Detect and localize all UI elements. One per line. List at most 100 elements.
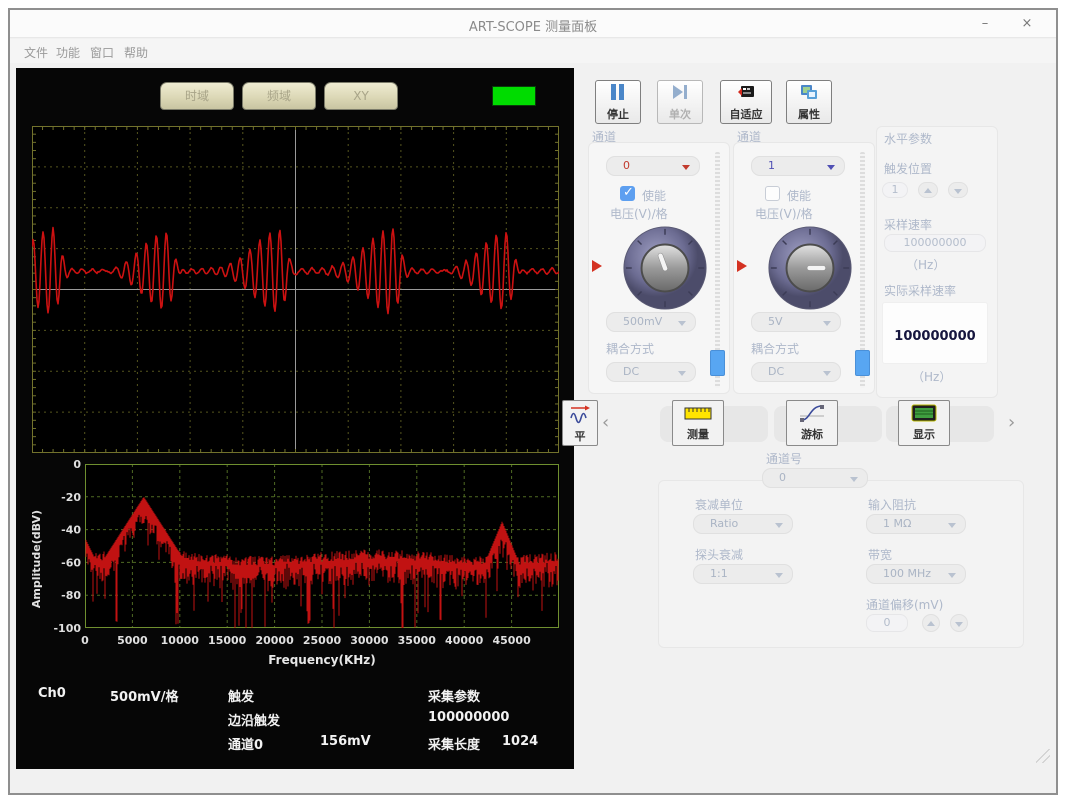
view-freq-domain-button[interactable]: 频域 <box>242 82 316 110</box>
tab-horizontal-partial[interactable]: 平 <box>562 400 598 446</box>
impedance-select[interactable]: 1 MΩ <box>866 514 966 534</box>
impedance-value: 1 MΩ <box>883 517 911 530</box>
channel0-slider-handle[interactable] <box>710 350 725 376</box>
sample-rate-input[interactable]: 100000000 <box>884 234 986 252</box>
window-title: ART-SCOPE 测量面板 <box>10 16 1056 35</box>
step-play-icon <box>670 83 690 101</box>
view-xy-button[interactable]: XY <box>324 82 398 110</box>
svg-text:-20: -20 <box>61 491 81 504</box>
horizontal-title: 水平参数 <box>884 130 932 147</box>
channel0-select[interactable]: 0 <box>606 156 700 176</box>
menu-function[interactable]: 功能 <box>52 44 84 61</box>
channel1-enable-checkbox[interactable] <box>765 186 780 201</box>
actual-rate-value: 100000000 <box>894 329 975 344</box>
status-trigger-title: 触发 <box>228 686 254 705</box>
channel0-vdiv-label: 电压(V)/格 <box>610 205 668 222</box>
stop-button-label: 停止 <box>596 106 640 122</box>
knob-icon <box>621 224 709 312</box>
tab-cursor-label: 游标 <box>787 426 837 442</box>
channel-no-select[interactable]: 0 <box>762 468 868 488</box>
atten-unit-select[interactable]: Ratio <box>693 514 793 534</box>
svg-text:Frequency(KHz): Frequency(KHz) <box>268 653 376 667</box>
minimize-button[interactable]: – <box>970 13 1000 34</box>
knob-icon <box>766 224 854 312</box>
auto-adapt-button-label: 自适应 <box>721 106 771 122</box>
channel0-range-select[interactable]: 500mV <box>606 312 696 332</box>
app-window: ART-SCOPE 测量面板 – × 文件 功能 窗口 帮助 时域 频域 XY … <box>8 8 1058 795</box>
channel1-coupling-select[interactable]: DC <box>751 362 841 382</box>
sample-rate-label: 采样速率 <box>884 216 932 233</box>
channel1-coupling-label: 耦合方式 <box>751 340 799 357</box>
properties-button[interactable]: 属性 <box>786 80 832 124</box>
trigger-position-up-button[interactable] <box>918 182 938 198</box>
resize-grip[interactable] <box>1036 749 1050 763</box>
svg-text:40000: 40000 <box>445 634 484 647</box>
single-button-label: 单次 <box>658 106 702 122</box>
channel0-enable-label: 使能 <box>642 187 666 204</box>
svg-text:35000: 35000 <box>398 634 437 647</box>
chevron-down-icon <box>948 573 956 578</box>
channel1-coupling-value: DC <box>768 365 784 378</box>
ruler-icon <box>683 404 713 422</box>
bandwidth-value: 100 MHz <box>883 567 931 580</box>
trigger-position-value[interactable]: 1 <box>882 182 908 198</box>
auto-adapt-icon <box>736 83 756 101</box>
single-button[interactable]: 单次 <box>657 80 703 124</box>
channel-no-value: 0 <box>779 471 786 484</box>
fft-display: Amplitude(dBV) 0-20-40-60-80-10005000100… <box>16 456 574 676</box>
channel1-select[interactable]: 1 <box>751 156 845 176</box>
channel0-select-value: 0 <box>623 159 630 172</box>
properties-icon <box>799 83 819 101</box>
svg-text:20000: 20000 <box>255 634 294 647</box>
probe-atten-select[interactable]: 1:1 <box>693 564 793 584</box>
channel0-vdiv-knob[interactable] <box>621 224 709 312</box>
menu-help[interactable]: 帮助 <box>120 44 152 61</box>
svg-text:-100: -100 <box>54 622 81 635</box>
tab-display-label: 显示 <box>899 426 949 442</box>
channel1-vdiv-knob[interactable] <box>766 224 854 312</box>
status-acq-len: 1024 <box>502 734 538 749</box>
close-button[interactable]: × <box>1012 13 1042 34</box>
tab-cursor[interactable]: 游标 <box>786 400 838 446</box>
tab-display[interactable]: 显示 <box>898 400 950 446</box>
status-acq-len-label: 采集长度 <box>428 734 480 753</box>
channel-offset-down-button[interactable] <box>950 614 968 632</box>
bandwidth-select[interactable]: 100 MHz <box>866 564 966 584</box>
channel1-slider-handle[interactable] <box>855 350 870 376</box>
status-acq-rate: 100000000 <box>428 710 509 725</box>
menu-bar: 文件 功能 窗口 帮助 <box>10 39 1056 63</box>
svg-text:-80: -80 <box>61 589 81 602</box>
fft-plot: 0-20-40-60-80-10005000100001500020000250… <box>54 456 574 668</box>
svg-text:10000: 10000 <box>161 634 200 647</box>
channel1-range-select[interactable]: 5V <box>751 312 841 332</box>
channel0-range-value: 500mV <box>623 315 662 328</box>
chevron-down-icon <box>850 477 858 482</box>
status-channel: Ch0 <box>38 686 66 701</box>
channel0-coupling-select[interactable]: DC <box>606 362 696 382</box>
trigger-position-down-button[interactable] <box>948 182 968 198</box>
status-trigger-level: 156mV <box>320 734 371 749</box>
stop-button[interactable]: 停止 <box>595 80 641 124</box>
menu-window[interactable]: 窗口 <box>86 44 118 61</box>
tab-strip: 平 ‹ 测量 <box>576 400 1056 450</box>
menu-file[interactable]: 文件 <box>20 44 52 61</box>
chevron-down-icon <box>775 523 783 528</box>
channel-no-label: 通道号 <box>766 450 802 467</box>
channel-offset-up-button[interactable] <box>922 614 940 632</box>
channel-offset-input[interactable]: 0 <box>866 614 908 632</box>
tab-scroll-right[interactable]: › <box>1008 412 1015 433</box>
svg-text:15000: 15000 <box>208 634 247 647</box>
svg-text:5000: 5000 <box>117 634 148 647</box>
tab-scroll-left[interactable]: ‹ <box>602 412 609 433</box>
svg-text:45000: 45000 <box>492 634 531 647</box>
view-time-domain-button[interactable]: 时域 <box>160 82 234 110</box>
svg-text:25000: 25000 <box>303 634 342 647</box>
auto-adapt-button[interactable]: 自适应 <box>720 80 772 124</box>
status-trigger-type: 边沿触发 <box>228 710 280 729</box>
chevron-down-icon <box>823 321 831 326</box>
status-trigger-source: 通道0 <box>228 734 263 753</box>
channel0-enable-checkbox[interactable] <box>620 186 635 201</box>
pause-icon <box>608 83 628 101</box>
actual-rate-unit: （Hz） <box>912 368 951 385</box>
tab-measure[interactable]: 测量 <box>672 400 724 446</box>
